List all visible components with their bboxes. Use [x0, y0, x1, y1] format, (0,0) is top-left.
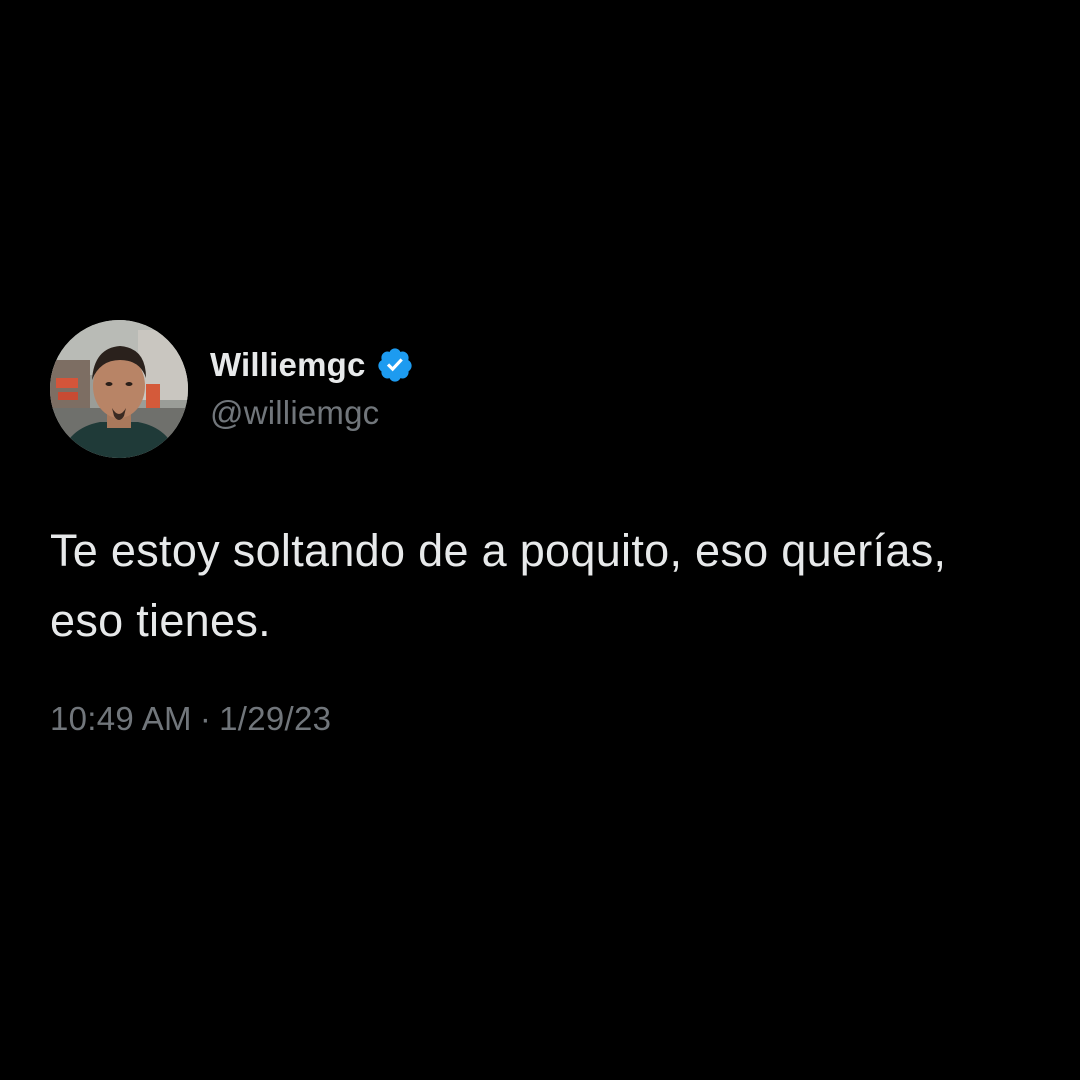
tweet-header: Williemgc @williemgc [50, 320, 1030, 458]
verified-badge-icon [376, 346, 414, 384]
author-handle[interactable]: @williemgc [210, 394, 414, 432]
author-names: Williemgc @williemgc [210, 342, 414, 432]
tweet: Williemgc @williemgc Te estoy soltando d… [50, 320, 1030, 738]
tweet-text: Te estoy soltando de a poquito, eso quer… [50, 525, 947, 646]
tweet-timestamp[interactable]: 10:49 AM · 1/29/23 [50, 700, 1030, 738]
tweet-time: 10:49 AM [50, 700, 192, 737]
tweet-date: 1/29/23 [219, 700, 332, 737]
display-name-row: Williemgc [210, 342, 414, 388]
meta-separator: · [199, 700, 212, 737]
display-name[interactable]: Williemgc [210, 346, 366, 384]
avatar-image [50, 320, 188, 458]
avatar[interactable] [50, 320, 188, 458]
